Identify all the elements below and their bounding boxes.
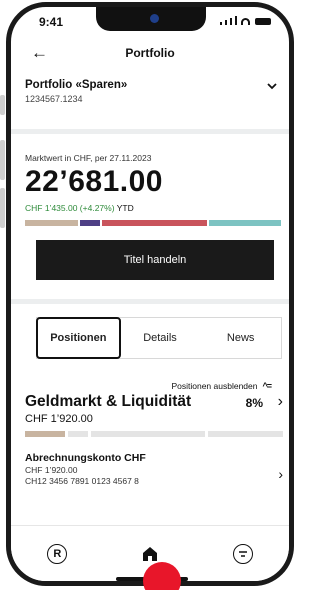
allocation-segment <box>101 220 207 226</box>
category-bar-segment <box>25 431 65 437</box>
registered-r-icon: R <box>47 543 68 564</box>
portfolio-selector[interactable]: Portfolio «Sparen» 1234567.1234 <box>25 79 281 104</box>
section-divider <box>11 129 289 134</box>
ytd-change: CHF 1’435.00 (+4.27%) <box>25 203 115 213</box>
category-geldmarkt[interactable]: Geldmarkt & Liquidität 8% › CHF 1’920.00 <box>25 393 283 425</box>
portfolio-number: 1234567.1234 <box>25 94 83 104</box>
page-title: Portfolio <box>125 46 175 60</box>
nav-chat-button[interactable] <box>228 539 258 569</box>
category-bar-segment <box>67 431 88 437</box>
home-icon <box>142 546 157 561</box>
trade-securities-button[interactable]: Titel handeln <box>36 240 274 280</box>
signal-icon <box>230 18 232 25</box>
ytd-label: YTD <box>116 203 134 213</box>
chat-icon <box>232 543 253 564</box>
market-value-label: Marktwert in CHF, per 27.11.2023 <box>25 153 152 163</box>
tab-details[interactable]: Details <box>120 318 201 358</box>
battery-icon <box>255 18 271 25</box>
status-icons <box>220 16 271 25</box>
category-percent: 8% <box>245 396 263 410</box>
list-item[interactable]: Abrechnungskonto CHF CHF 1’920.00 CH12 3… <box>25 452 283 486</box>
wifi-icon <box>241 18 250 25</box>
side-button-mute <box>0 95 5 115</box>
allocation-segment <box>25 220 78 226</box>
chevron-right-icon[interactable]: › <box>278 393 283 411</box>
tab-news[interactable]: News <box>200 318 281 358</box>
side-button-volume-down <box>0 188 5 228</box>
signal-icon <box>235 16 237 25</box>
signal-icon <box>225 20 227 25</box>
category-bar-segment <box>208 431 284 437</box>
section-divider <box>11 299 289 304</box>
notch <box>96 7 206 31</box>
tab-positionen[interactable]: Positionen <box>36 317 121 359</box>
allocation-segment <box>208 220 281 226</box>
item-name: Abrechnungskonto CHF <box>25 452 146 464</box>
category-bar <box>25 431 284 437</box>
item-iban: CH12 3456 7891 0123 4567 8 <box>25 476 139 486</box>
status-time: 9:41 <box>39 15 64 29</box>
category-bar-segment <box>90 431 206 437</box>
allocation-segment <box>79 220 100 226</box>
camera-icon <box>150 14 159 23</box>
portfolio-name: Portfolio «Sparen» <box>25 79 128 91</box>
tab-bar: Positionen Details News <box>36 317 282 359</box>
chevron-down-icon[interactable] <box>267 79 277 93</box>
nav-rewards-button[interactable]: R <box>42 539 72 569</box>
ytd-performance: CHF 1’435.00 (+4.27%) YTD <box>25 203 134 213</box>
chevron-right-icon[interactable]: › <box>278 466 283 482</box>
market-value: 22’681.00 <box>25 165 163 198</box>
phone-frame: 9:41 ← Portfolio Portfolio «Sparen» 1234… <box>6 2 294 586</box>
item-amount: CHF 1’920.00 <box>25 465 78 475</box>
category-amount: CHF 1’920.00 <box>25 413 93 425</box>
sort-icon: ^= <box>262 381 271 391</box>
top-nav: ← Portfolio <box>11 43 289 65</box>
side-button-volume-up <box>0 140 5 180</box>
allocation-bar <box>25 220 281 226</box>
status-bar: 9:41 <box>11 7 289 35</box>
category-title: Geldmarkt & Liquidität <box>25 393 192 410</box>
signal-icon <box>220 22 222 25</box>
hide-positions-label: Positionen ausblenden <box>171 381 258 391</box>
hide-positions-toggle[interactable]: Positionen ausblenden ^= <box>171 381 271 391</box>
